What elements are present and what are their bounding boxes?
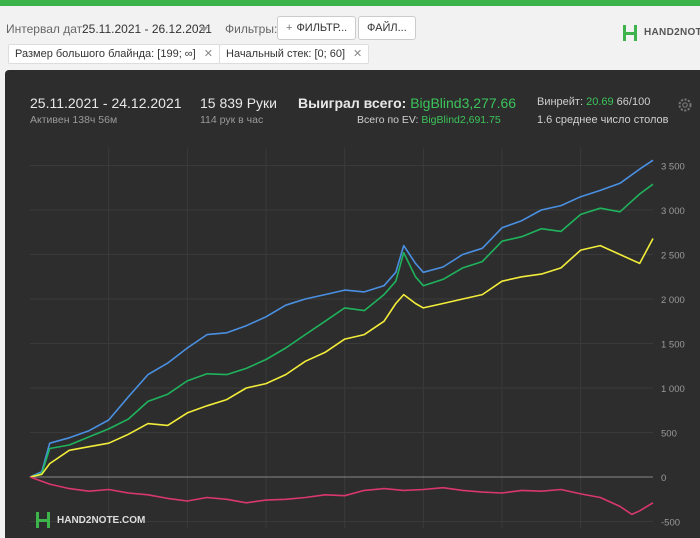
filter-chip-label: Размер большого блайнда: [199; ∞] [15, 48, 196, 60]
y-tick-label: 1 500 [661, 340, 685, 351]
y-tick-label: 0 [661, 473, 666, 484]
plus-icon: + [286, 22, 293, 34]
graph-panel: 25.11.2021 - 24.12.2021 Активен 138ч 56м… [5, 70, 700, 538]
y-tick-label: 3 000 [661, 206, 685, 217]
date-interval-select[interactable]: 25.11.2021 - 26.12.2021 [82, 22, 212, 36]
add-filter-label: ФИЛЬТР... [296, 22, 348, 34]
watermark-text: HAND2NOTE.COM [57, 515, 146, 526]
add-filter-button[interactable]: + ФИЛЬТР... [277, 16, 357, 40]
filter-chip-big-blind[interactable]: Размер большого блайнда: [199; ∞] ✕ [8, 44, 220, 64]
file-button[interactable]: ФАЙЛ... [358, 16, 416, 40]
chevron-down-icon[interactable] [200, 27, 208, 32]
bankroll-chart: -500 0 500 1 000 1 500 2 000 2 500 3 000 3 500 [29, 148, 685, 529]
hand2note-logo-icon [623, 25, 637, 41]
hand2note-logo-icon [36, 512, 50, 528]
y-tick-label: 500 [661, 429, 677, 440]
date-interval-label: Интервал дат: [6, 22, 86, 36]
y-tick-label: 3 500 [661, 162, 685, 173]
y-tick-label: -500 [661, 518, 680, 529]
series-line-0 [29, 159, 654, 478]
filter-chip-start-stack[interactable]: Начальный стек: [0; 60] ✕ [219, 44, 370, 64]
y-tick-label: 2 000 [661, 295, 685, 306]
filters-bar: Интервал дат: 25.11.2021 - 26.12.2021 Фи… [0, 6, 700, 42]
series-line-3 [29, 476, 654, 516]
series-line-2 [29, 238, 654, 478]
y-tick-label: 2 500 [661, 251, 685, 262]
y-tick-label: 1 000 [661, 384, 685, 395]
series-line-1 [29, 183, 654, 478]
close-icon[interactable]: ✕ [353, 48, 362, 60]
filters-label: Фильтры: [225, 22, 278, 36]
filter-chip-label: Начальный стек: [0; 60] [226, 48, 346, 60]
close-icon[interactable]: ✕ [204, 48, 213, 60]
logo-text: HAND2NOTE.C [644, 27, 700, 38]
